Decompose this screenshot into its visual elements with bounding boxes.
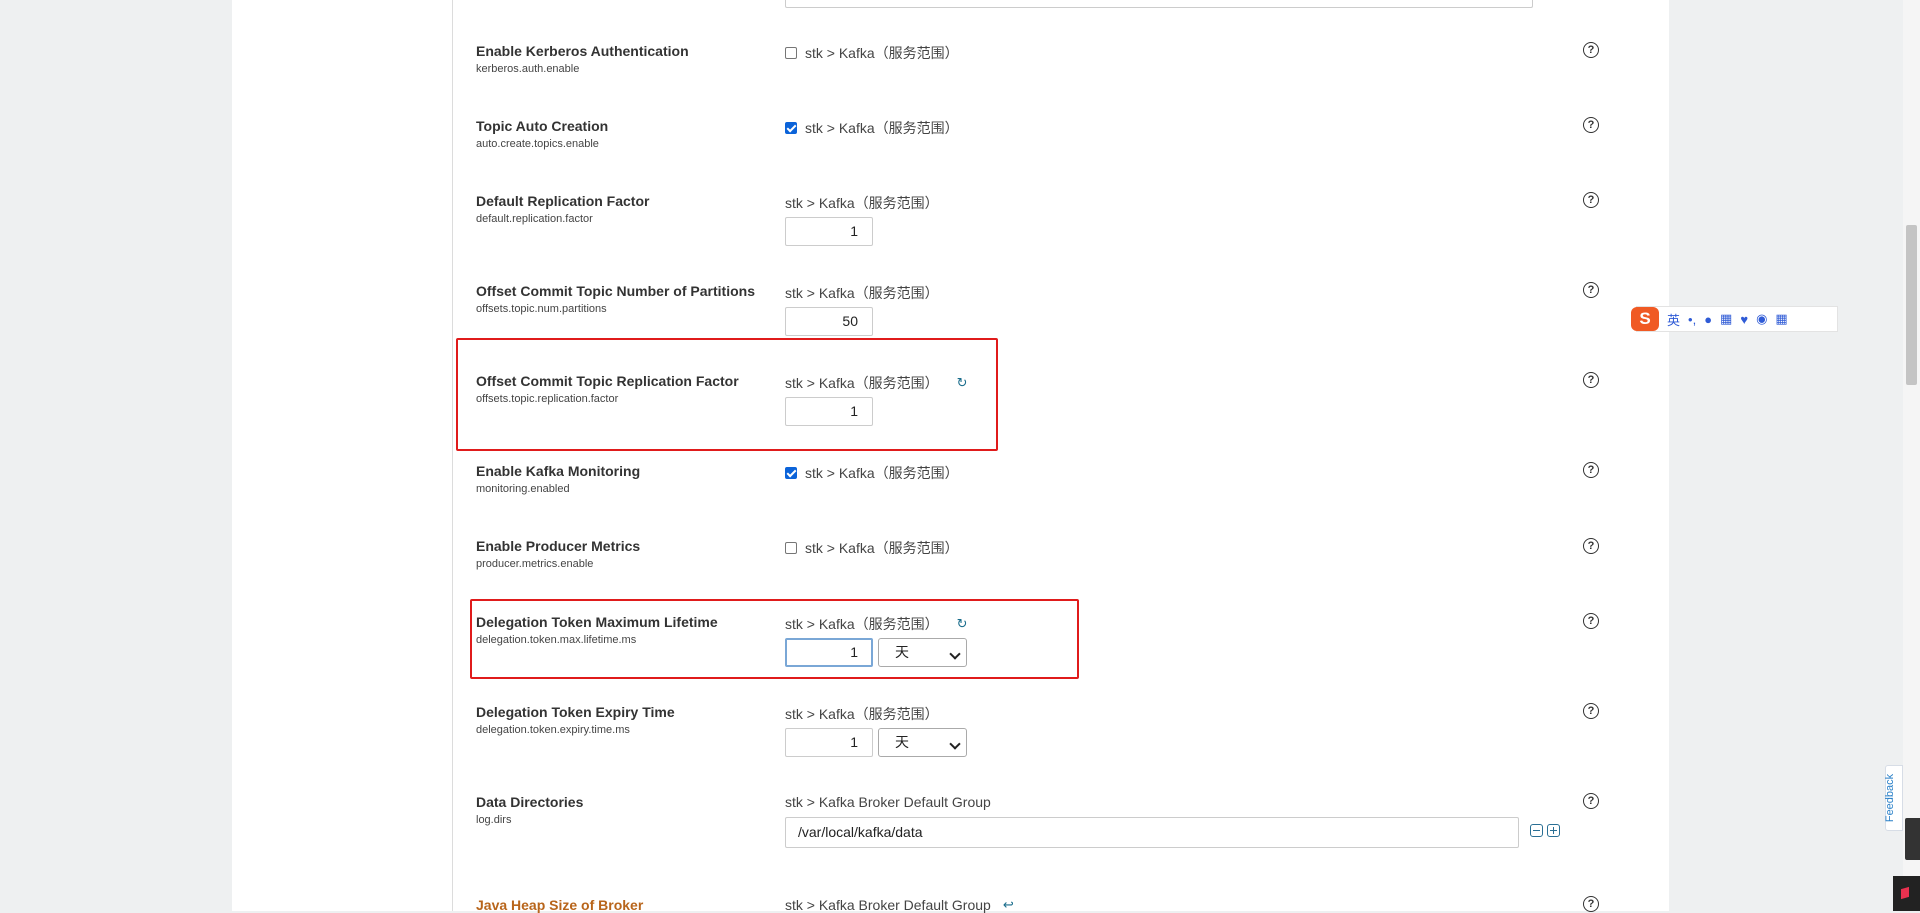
reset-icon[interactable]: ↻ xyxy=(957,375,968,391)
feedback-label: Feedback xyxy=(1884,773,1897,823)
property-scope: stk > Kafka（服务范围） xyxy=(785,463,959,483)
help-icon[interactable]: ? xyxy=(1583,538,1599,554)
help-icon[interactable]: ? xyxy=(1583,282,1599,298)
kafka-monitoring-checkbox[interactable] xyxy=(785,467,797,479)
scope-text: stk > Kafka Broker Default Group xyxy=(785,794,991,810)
unit-value: 天 xyxy=(895,734,909,750)
scope-text: stk > Kafka（服务范围） xyxy=(785,616,939,632)
panel-divider xyxy=(452,0,453,911)
delegation-token-expiry-input[interactable]: 1 xyxy=(785,728,873,757)
chevron-down-icon xyxy=(949,648,961,660)
ime-toolbar: S 英 •, ● ▦ ♥ ◉ ▦ xyxy=(1631,306,1838,332)
apps-grid-icon[interactable]: ▦ xyxy=(1775,311,1787,327)
time-unit-select[interactable]: 天 xyxy=(878,728,967,757)
property-label: Offset Commit Topic Replication Factor xyxy=(476,373,739,389)
property-key: delegation.token.expiry.time.ms xyxy=(476,724,630,736)
gamepad-icon[interactable]: ◉ xyxy=(1756,311,1767,327)
help-icon[interactable]: ? xyxy=(1583,793,1599,809)
microphone-icon[interactable]: ● xyxy=(1704,312,1712,327)
help-icon[interactable]: ? xyxy=(1583,462,1599,478)
help-icon[interactable]: ? xyxy=(1583,613,1599,629)
keyboard-icon[interactable]: ▦ xyxy=(1720,311,1732,327)
property-key: kerberos.auth.enable xyxy=(476,63,580,75)
scope-text: stk > Kafka（服务范围） xyxy=(785,706,939,722)
property-scope: stk > Kafka（服务范围） xyxy=(785,704,939,724)
help-icon[interactable]: ? xyxy=(1583,42,1599,58)
add-entry-icon[interactable] xyxy=(1547,824,1560,837)
chevron-down-icon xyxy=(949,738,961,750)
property-key: default.replication.factor xyxy=(476,213,593,225)
scope-text: stk > Kafka（服务范围） xyxy=(785,285,939,301)
property-key: auto.create.topics.enable xyxy=(476,138,599,150)
ime-language-toggle[interactable]: 英 xyxy=(1667,310,1680,329)
scope-text: stk > Kafka（服务范围） xyxy=(785,375,939,391)
property-scope: stk > Kafka Broker Default Group xyxy=(785,794,991,810)
property-label: Delegation Token Maximum Lifetime xyxy=(476,614,718,630)
property-key: offsets.topic.replication.factor xyxy=(476,393,619,405)
scrollbar-track[interactable] xyxy=(1903,0,1920,911)
property-scope: stk > Kafka（服务范围） ↻ xyxy=(785,373,968,393)
scope-text: stk > Kafka（服务范围） xyxy=(805,540,959,556)
property-key: delegation.token.max.lifetime.ms xyxy=(476,634,637,646)
feedback-tab[interactable]: Feedback xyxy=(1884,765,1903,831)
property-key: monitoring.enabled xyxy=(476,483,570,495)
sogou-logo-icon[interactable]: S xyxy=(1631,307,1659,331)
offsets-replication-factor-input[interactable]: 1 xyxy=(785,397,873,426)
property-scope: stk > Kafka（服务范围） xyxy=(785,538,959,558)
kerberos-checkbox[interactable] xyxy=(785,47,797,59)
property-key: offsets.topic.num.partitions xyxy=(476,303,607,315)
delegation-token-max-lifetime-input[interactable]: 1 xyxy=(785,638,873,667)
property-scope: stk > Kafka（服务范围） ↻ xyxy=(785,614,968,634)
property-key: log.dirs xyxy=(476,814,512,826)
property-label: Enable Kafka Monitoring xyxy=(476,463,641,479)
flag-icon[interactable] xyxy=(1893,876,1920,911)
list-controls xyxy=(1530,824,1560,837)
side-handle[interactable] xyxy=(1905,818,1920,860)
help-icon[interactable]: ? xyxy=(1583,703,1599,719)
help-icon[interactable]: ? xyxy=(1583,117,1599,133)
ime-punctuation-toggle[interactable]: •, xyxy=(1688,312,1696,327)
property-scope: stk > Kafka（服务范围） xyxy=(785,118,959,138)
help-icon[interactable]: ? xyxy=(1583,372,1599,388)
scope-text: stk > Kafka（服务范围） xyxy=(805,120,959,136)
property-label: Offset Commit Topic Number of Partitions xyxy=(476,283,755,299)
default-replication-factor-input[interactable]: 1 xyxy=(785,217,873,246)
scope-text: stk > Kafka（服务范围） xyxy=(805,465,959,481)
offsets-num-partitions-input[interactable]: 50 xyxy=(785,307,873,336)
reset-icon[interactable]: ↻ xyxy=(957,616,968,632)
topic-auto-creation-checkbox[interactable] xyxy=(785,122,797,134)
unit-value: 天 xyxy=(895,644,909,660)
property-label: Default Replication Factor xyxy=(476,193,650,209)
producer-metrics-checkbox[interactable] xyxy=(785,542,797,554)
scope-text: stk > Kafka（服务范围） xyxy=(805,45,959,61)
property-label: Delegation Token Expiry Time xyxy=(476,704,675,720)
property-label: Topic Auto Creation xyxy=(476,118,609,134)
property-label: Enable Producer Metrics xyxy=(476,538,641,554)
property-label: Data Directories xyxy=(476,794,584,810)
property-scope: stk > Kafka（服务范围） xyxy=(785,43,959,63)
help-icon[interactable]: ? xyxy=(1583,192,1599,208)
property-scope: stk > Kafka（服务范围） xyxy=(785,283,939,303)
remove-entry-icon[interactable] xyxy=(1530,824,1543,837)
property-label: Enable Kerberos Authentication xyxy=(476,43,689,59)
skin-icon[interactable]: ♥ xyxy=(1740,312,1748,327)
scrollbar-thumb[interactable] xyxy=(1906,225,1917,385)
property-key: producer.metrics.enable xyxy=(476,558,594,570)
previous-field-input[interactable] xyxy=(785,0,1533,8)
property-scope: stk > Kafka（服务范围） xyxy=(785,193,939,213)
data-directories-input[interactable]: /var/local/kafka/data xyxy=(785,817,1519,848)
time-unit-select[interactable]: 天 xyxy=(878,638,967,667)
scope-text: stk > Kafka（服务范围） xyxy=(785,195,939,211)
help-icon[interactable]: ? xyxy=(1583,896,1599,912)
